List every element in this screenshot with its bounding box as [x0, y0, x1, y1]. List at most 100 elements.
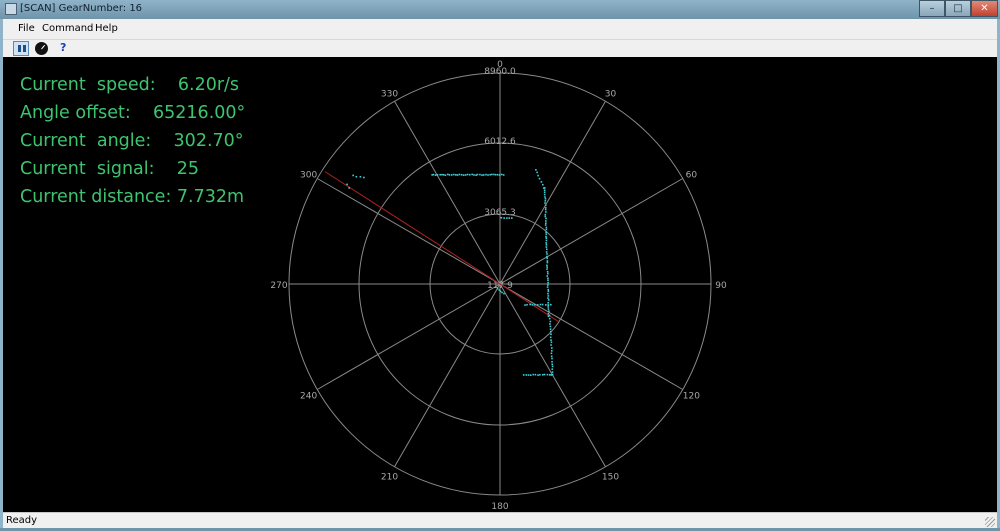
scan-point — [544, 202, 546, 204]
scan-point — [451, 174, 453, 176]
scan-point — [530, 374, 532, 376]
window-title: [SCAN] GearNumber: 16 — [20, 3, 142, 14]
scan-point — [506, 217, 508, 219]
toolbar: ? — [3, 39, 997, 58]
scan-point — [535, 169, 537, 171]
scan-point — [550, 304, 552, 306]
scan-point — [550, 328, 552, 330]
scan-point — [346, 184, 348, 186]
scan-point — [528, 374, 530, 376]
scan-point — [548, 291, 550, 293]
scan-point — [547, 304, 549, 306]
menu-command[interactable]: Command — [42, 23, 93, 34]
scan-point — [483, 174, 485, 176]
scan-point — [499, 174, 501, 176]
scan-point — [549, 315, 551, 317]
scan-point — [551, 350, 553, 352]
maximize-button[interactable]: □ — [945, 0, 971, 17]
scan-point — [489, 174, 491, 176]
scan-point — [534, 304, 536, 306]
scan-point — [500, 291, 502, 293]
scan-point — [532, 304, 534, 306]
scan-point — [497, 288, 499, 290]
scan-point — [545, 231, 547, 233]
scan-canvas[interactable]: 0 30 60 90 120 150 180 210 240 270 300 330 8960.0 601… — [3, 57, 997, 512]
scan-point — [550, 336, 552, 338]
scan-point — [537, 374, 539, 376]
angle-label: 90 — [715, 281, 727, 291]
scan-point — [551, 364, 553, 366]
scan-point — [544, 189, 546, 191]
scan-point — [547, 306, 549, 308]
scan-point — [546, 227, 548, 229]
scan-point — [433, 174, 435, 176]
scan-point — [477, 174, 479, 176]
scan-point — [491, 174, 493, 176]
radar-icon[interactable] — [35, 42, 48, 55]
angle-label: 300 — [300, 171, 317, 181]
close-button[interactable]: ✕ — [971, 0, 998, 17]
scan-point — [547, 262, 549, 264]
scan-point — [550, 321, 552, 323]
scan-point — [508, 217, 510, 219]
scan-point — [463, 174, 465, 176]
scan-point — [545, 224, 547, 226]
resize-grip-icon[interactable] — [985, 517, 995, 527]
scan-point — [550, 333, 552, 335]
range-label: 3065.3 — [484, 208, 516, 218]
scan-point — [546, 244, 548, 246]
scan-point — [547, 302, 549, 304]
scan-point — [485, 174, 487, 176]
menu-bar: File Command Help — [3, 19, 997, 39]
scan-point — [540, 304, 542, 306]
scan-point — [542, 374, 544, 376]
scan-point — [547, 279, 549, 281]
scan-point — [547, 273, 549, 275]
scan-point — [539, 178, 541, 180]
scan-point — [551, 374, 553, 376]
angle-label: 30 — [605, 90, 617, 100]
scan-point — [545, 222, 547, 224]
scan-point — [453, 174, 455, 176]
title-bar[interactable]: [SCAN] GearNumber: 16 – □ ✕ — [0, 0, 1000, 19]
scan-point — [546, 253, 548, 255]
scan-point — [547, 282, 549, 284]
scan-point — [356, 176, 358, 178]
minimize-button[interactable]: – — [919, 0, 945, 17]
scan-point — [546, 240, 548, 242]
speed-readout: Current speed: 6.20r/s — [20, 71, 245, 99]
scan-point — [493, 174, 495, 176]
scan-point — [542, 304, 544, 306]
scan-point — [552, 371, 554, 373]
scan-point — [547, 260, 549, 262]
distance-readout: Current distance: 7.732m — [20, 183, 245, 211]
scan-point — [511, 217, 513, 219]
scan-point — [532, 374, 534, 376]
scan-point — [547, 271, 549, 273]
menu-file[interactable]: File — [18, 23, 35, 34]
scan-point — [461, 174, 463, 176]
scan-point — [544, 196, 546, 198]
scan-point — [546, 248, 548, 250]
scan-point — [546, 265, 548, 267]
scan-point — [547, 289, 549, 291]
scan-point — [541, 181, 543, 183]
scan-point — [481, 174, 483, 176]
scan-point — [545, 220, 547, 222]
scan-point — [501, 174, 503, 176]
scan-point — [545, 198, 547, 200]
scan-point — [545, 242, 547, 244]
scan-point — [363, 177, 365, 179]
scan-point — [497, 174, 499, 176]
scan-point — [550, 326, 552, 328]
menu-help[interactable]: Help — [95, 23, 118, 34]
angle-label: 150 — [602, 472, 619, 482]
scan-point — [546, 268, 548, 270]
angle-label: 180 — [491, 502, 508, 512]
scan-point — [455, 174, 457, 176]
pause-icon[interactable] — [13, 41, 29, 56]
scan-point — [445, 174, 447, 176]
scan-point — [551, 341, 553, 343]
scan-point — [547, 277, 549, 279]
help-button[interactable]: ? — [60, 41, 66, 54]
